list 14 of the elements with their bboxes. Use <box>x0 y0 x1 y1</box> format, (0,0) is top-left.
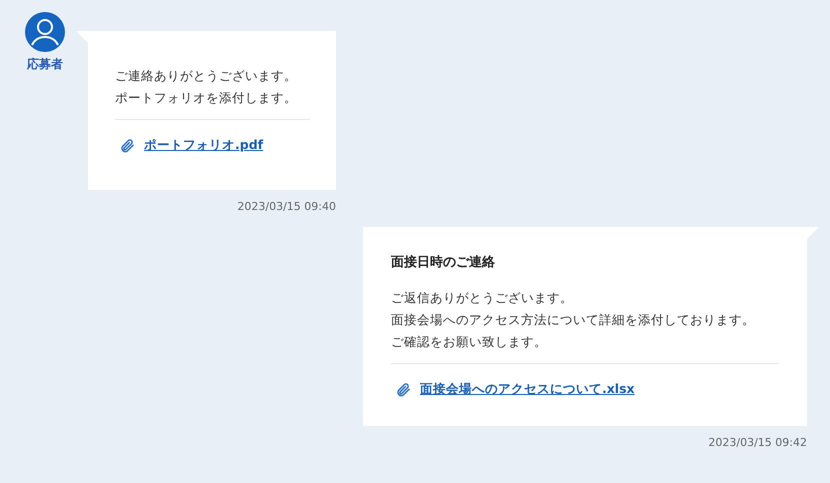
message-text: 面接会場へのアクセス方法について詳細を添付しております。 <box>391 311 756 329</box>
timestamp: 2023/03/15 09:42 <box>708 436 807 449</box>
message-text: ご連絡ありがとうございます。 <box>115 67 298 85</box>
avatar-icon <box>25 12 65 52</box>
message-text: ご確認をお願い致します。 <box>391 333 548 351</box>
attachment-link[interactable]: 面接会場へのアクセスについて.xlsx <box>420 381 635 398</box>
timestamp: 2023/03/15 09:40 <box>237 200 336 213</box>
sender-name: 応募者 <box>27 56 63 73</box>
message-text: ご返信ありがとうございます。 <box>391 289 574 307</box>
attachment-link[interactable]: ポートフォリオ.pdf <box>144 137 264 154</box>
paperclip-icon <box>395 382 411 398</box>
message-subject: 面接日時のご連絡 <box>391 254 496 271</box>
paperclip-icon <box>119 138 135 154</box>
message-text: ポートフォリオを添付します。 <box>115 89 298 107</box>
